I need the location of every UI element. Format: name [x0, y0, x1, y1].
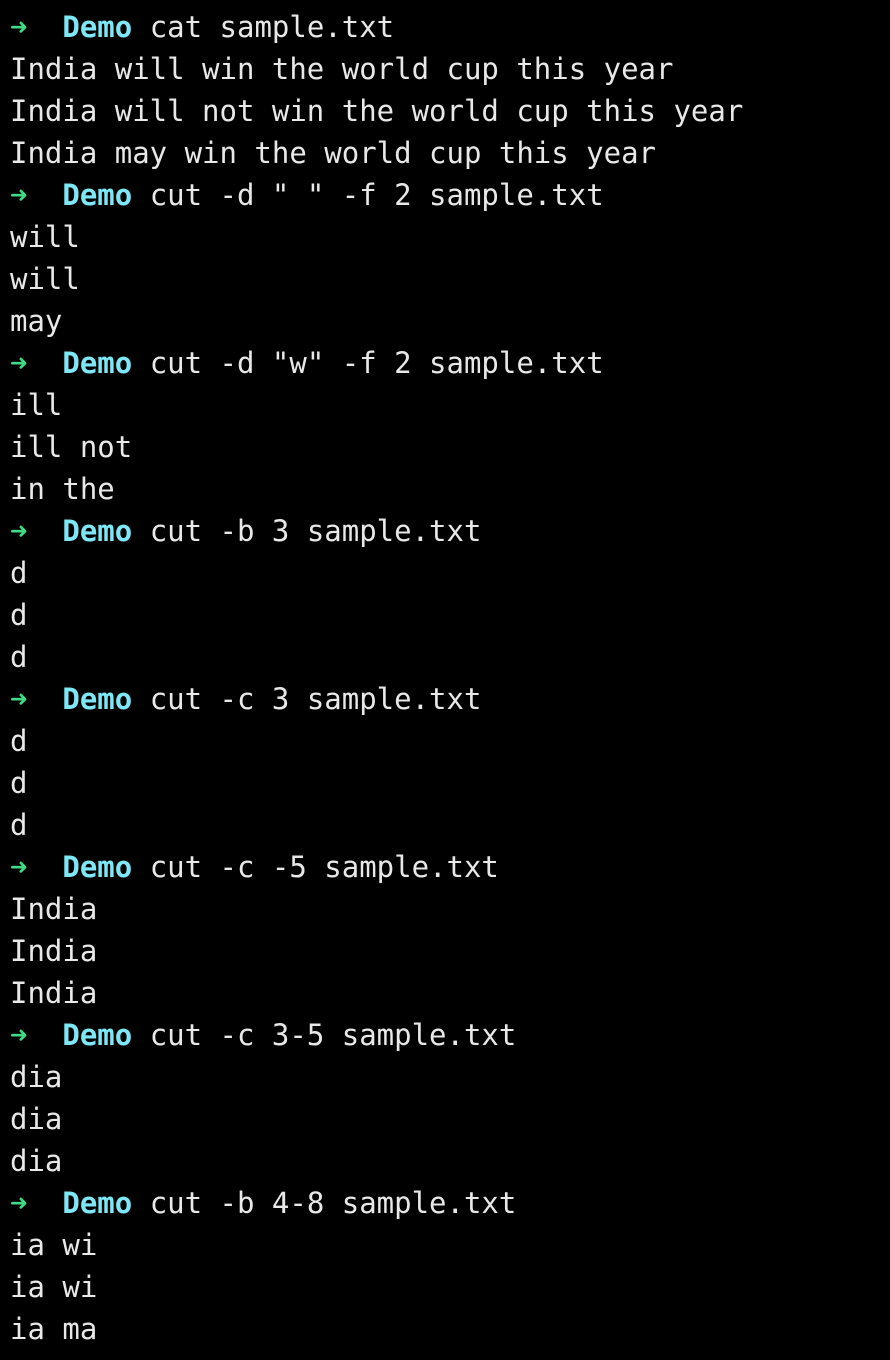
output-line: India will not win the world cup this ye… — [10, 94, 744, 128]
output-line: India will win the world cup this year — [10, 52, 674, 86]
prompt-arrow-icon: ➜ — [10, 1018, 28, 1052]
command-text: cut -d " " -f 2 sample.txt — [149, 178, 604, 212]
output-line: India may win the world cup this year — [10, 136, 657, 170]
output-line: in the — [10, 472, 115, 506]
output-line: d — [10, 640, 28, 674]
output-line: d — [10, 556, 28, 590]
command-text: cut -c 3 sample.txt — [149, 682, 482, 716]
command-text: cut -b 4-8 sample.txt — [149, 1186, 517, 1220]
output-line: dia — [10, 1060, 63, 1094]
output-line: India — [10, 934, 98, 968]
output-line: ia wi — [10, 1270, 98, 1304]
output-line: d — [10, 598, 28, 632]
prompt-arrow-icon: ➜ — [10, 346, 28, 380]
command-text: cut -b 3 sample.txt — [149, 514, 482, 548]
command-text: cut -c -5 sample.txt — [149, 850, 499, 884]
prompt-arrow-icon: ➜ — [10, 850, 28, 884]
prompt-arrow-icon: ➜ — [10, 1186, 28, 1220]
output-line: ill not — [10, 430, 133, 464]
prompt-line: ➜ Demo cut -b 4-8 sample.txt — [0, 1182, 890, 1224]
output-line: dia — [10, 1102, 63, 1136]
prompt-line: ➜ Demo cat sample.txt — [0, 6, 890, 48]
prompt-arrow-icon: ➜ — [10, 682, 28, 716]
prompt-line: ➜ Demo cut -d "w" -f 2 sample.txt — [0, 342, 890, 384]
output-line: India — [10, 976, 98, 1010]
prompt-arrow-icon: ➜ — [10, 514, 28, 548]
prompt-directory: Demo — [62, 1018, 133, 1052]
output-line: ill — [10, 388, 63, 422]
output-line: India — [10, 892, 98, 926]
prompt-directory: Demo — [62, 10, 133, 44]
output-line: ia ma — [10, 1312, 98, 1346]
prompt-line: ➜ Demo cut -c 3-5 sample.txt — [0, 1014, 890, 1056]
output-line: ia wi — [10, 1228, 98, 1262]
output-line: will — [10, 262, 80, 296]
output-line: d — [10, 808, 28, 842]
prompt-directory: Demo — [62, 682, 133, 716]
terminal-window[interactable]: ➜ Demo cat sample.txt India will win the … — [0, 0, 890, 1360]
prompt-arrow-icon: ➜ — [10, 10, 28, 44]
prompt-directory: Demo — [62, 346, 133, 380]
output-line: may — [10, 304, 63, 338]
command-text: cut -c 3-5 sample.txt — [149, 1018, 517, 1052]
prompt-directory: Demo — [62, 514, 133, 548]
command-text: cat sample.txt — [149, 10, 395, 44]
prompt-directory: Demo — [62, 850, 133, 884]
prompt-line: ➜ Demo cut -d " " -f 2 sample.txt — [0, 174, 890, 216]
prompt-line: ➜ Demo cut -b 3 sample.txt — [0, 510, 890, 552]
output-line: d — [10, 766, 28, 800]
prompt-directory: Demo — [62, 178, 133, 212]
output-line: will — [10, 220, 80, 254]
output-line: dia — [10, 1144, 63, 1178]
prompt-line: ➜ Demo cut -c 3 sample.txt — [0, 678, 890, 720]
output-line: d — [10, 724, 28, 758]
prompt-arrow-icon: ➜ — [10, 178, 28, 212]
prompt-directory: Demo — [62, 1186, 133, 1220]
prompt-line: ➜ Demo cut -c -5 sample.txt — [0, 846, 890, 888]
command-text: cut -d "w" -f 2 sample.txt — [149, 346, 604, 380]
